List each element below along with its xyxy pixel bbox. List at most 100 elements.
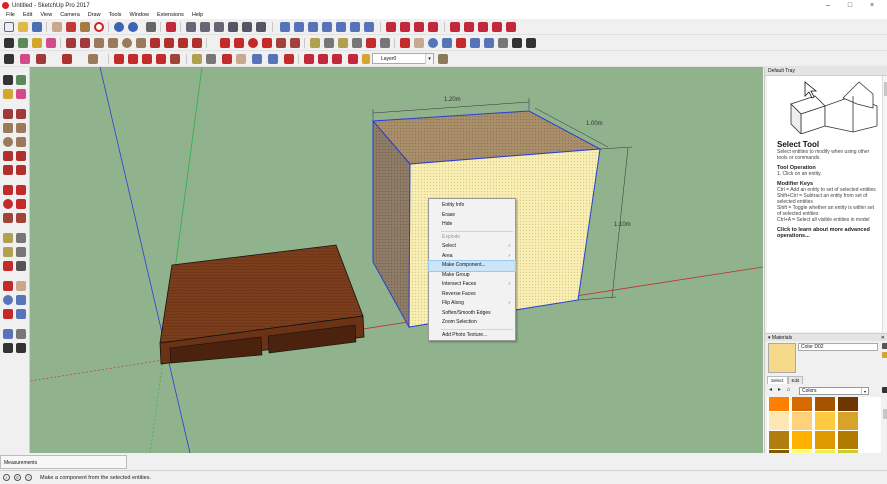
menu-file[interactable]: File (2, 12, 19, 18)
material-swatch[interactable] (769, 431, 789, 449)
menu-erase[interactable]: Erase (429, 211, 515, 221)
menu-help[interactable]: Help (188, 12, 207, 18)
minimize-button[interactable]: – (817, 0, 839, 11)
instructor-scrollbar[interactable] (882, 76, 887, 332)
scale-icon[interactable] (156, 54, 166, 64)
tape-measure-icon[interactable] (192, 54, 202, 64)
scene-canvas[interactable] (30, 67, 763, 453)
two-point-arc-icon[interactable] (16, 151, 26, 161)
polygon-icon[interactable] (16, 137, 26, 147)
push-pull-icon[interactable] (16, 185, 26, 195)
rotate-icon[interactable] (3, 199, 13, 209)
shaded-textures-icon[interactable] (350, 22, 360, 32)
rotate-icon[interactable] (142, 54, 152, 64)
zoom-icon[interactable] (3, 295, 13, 305)
select-arrow-icon[interactable] (3, 75, 13, 85)
material-swatch[interactable] (792, 397, 812, 411)
credits-icon[interactable]: © (14, 474, 21, 481)
redo-icon[interactable] (128, 22, 138, 32)
geo-location-icon[interactable]: i (3, 474, 10, 481)
layout-send-icon[interactable] (492, 22, 502, 32)
material-swatch[interactable] (815, 412, 835, 430)
make-component-icon[interactable] (16, 75, 26, 85)
zoom-icon[interactable] (252, 54, 262, 64)
menu-edit[interactable]: Edit (19, 12, 36, 18)
tape-measure-icon[interactable] (3, 233, 13, 243)
paint-bucket-icon[interactable] (882, 352, 887, 358)
menu-window[interactable]: Window (125, 12, 153, 18)
warehouse-icon[interactable] (450, 22, 460, 32)
rectangle-icon[interactable] (94, 38, 104, 48)
scale-icon[interactable] (3, 213, 13, 223)
follow-me-icon[interactable] (262, 38, 272, 48)
eraser-icon[interactable] (16, 89, 26, 99)
previous-view-icon[interactable] (470, 38, 480, 48)
zoom-window-icon[interactable] (16, 295, 26, 305)
paint-bucket-icon[interactable] (32, 38, 42, 48)
position-camera-icon[interactable] (3, 329, 13, 339)
pan-icon[interactable] (16, 281, 26, 291)
material-swatch[interactable] (769, 450, 789, 453)
orbit-icon[interactable] (222, 54, 232, 64)
erase-icon[interactable] (94, 22, 104, 32)
offset-icon[interactable] (170, 54, 180, 64)
make-component-icon[interactable] (18, 38, 28, 48)
measurements-box[interactable]: Measurements (0, 455, 127, 469)
materials-scrollbar[interactable] (882, 397, 887, 453)
protractor-icon[interactable] (338, 38, 348, 48)
pan-icon[interactable] (236, 54, 246, 64)
rectangle-icon[interactable] (3, 123, 13, 133)
open-folder-icon[interactable] (18, 22, 28, 32)
tab-select[interactable]: Select (767, 376, 788, 384)
eraser-icon[interactable] (20, 54, 30, 64)
material-swatch[interactable] (792, 412, 812, 430)
text-icon[interactable] (16, 247, 26, 257)
extension-warehouse-icon[interactable] (332, 54, 342, 64)
shape-dropdown-icon[interactable] (88, 54, 98, 64)
create-material-icon[interactable] (882, 343, 887, 349)
material-swatch[interactable] (792, 431, 812, 449)
section-fill-icon[interactable] (414, 22, 424, 32)
menu-entity-info[interactable]: Entity Info (429, 201, 515, 211)
text-icon[interactable] (352, 38, 362, 48)
material-name-field[interactable]: Color D02 (798, 343, 878, 351)
extension-manager-icon[interactable] (506, 22, 516, 32)
wooden-pallet[interactable] (159, 244, 365, 365)
position-camera-icon[interactable] (484, 38, 494, 48)
previous-view-icon[interactable] (16, 309, 26, 319)
cut-icon[interactable] (52, 22, 62, 32)
menu-area[interactable]: Area › (429, 252, 515, 262)
menu-extensions[interactable]: Extensions (153, 12, 188, 18)
material-swatch[interactable] (769, 397, 789, 411)
section-display-icon[interactable] (428, 22, 438, 32)
back-edges-icon[interactable] (294, 22, 304, 32)
pan-icon[interactable] (414, 38, 424, 48)
paint-bucket-icon[interactable] (3, 89, 13, 99)
left-view-icon[interactable] (256, 22, 266, 32)
hidden-line-icon[interactable] (322, 22, 332, 32)
pencil-line-icon[interactable] (36, 54, 46, 64)
orbit-icon[interactable] (400, 38, 410, 48)
freehand-icon[interactable] (80, 38, 90, 48)
3d-text-icon[interactable] (16, 261, 26, 271)
move-icon[interactable] (128, 54, 138, 64)
layer-manager-icon[interactable] (438, 54, 448, 64)
learn-more-link[interactable]: Click to learn about more advanced opera… (777, 227, 876, 239)
front-view-icon[interactable] (214, 22, 224, 32)
print-icon[interactable] (146, 22, 156, 32)
right-view-icon[interactable] (228, 22, 238, 32)
rotate-icon[interactable] (248, 38, 258, 48)
material-swatch[interactable] (838, 450, 858, 453)
zoom-extents-icon[interactable] (268, 54, 278, 64)
3d-text-icon[interactable] (380, 38, 390, 48)
zoom-extents-icon[interactable] (3, 309, 13, 319)
forward-arrow-icon[interactable]: ▸ (776, 387, 783, 394)
rotated-rectangle-icon[interactable] (108, 38, 118, 48)
menu-reverse-faces[interactable]: Reverse Faces (429, 290, 515, 300)
menu-view[interactable]: View (36, 12, 56, 18)
current-material-swatch[interactable] (768, 343, 796, 373)
close-button[interactable]: × (861, 0, 883, 11)
arc-dropdown-icon[interactable] (62, 54, 72, 64)
close-icon[interactable]: ✕ (881, 334, 885, 342)
send-to-layout-icon[interactable] (348, 54, 358, 64)
